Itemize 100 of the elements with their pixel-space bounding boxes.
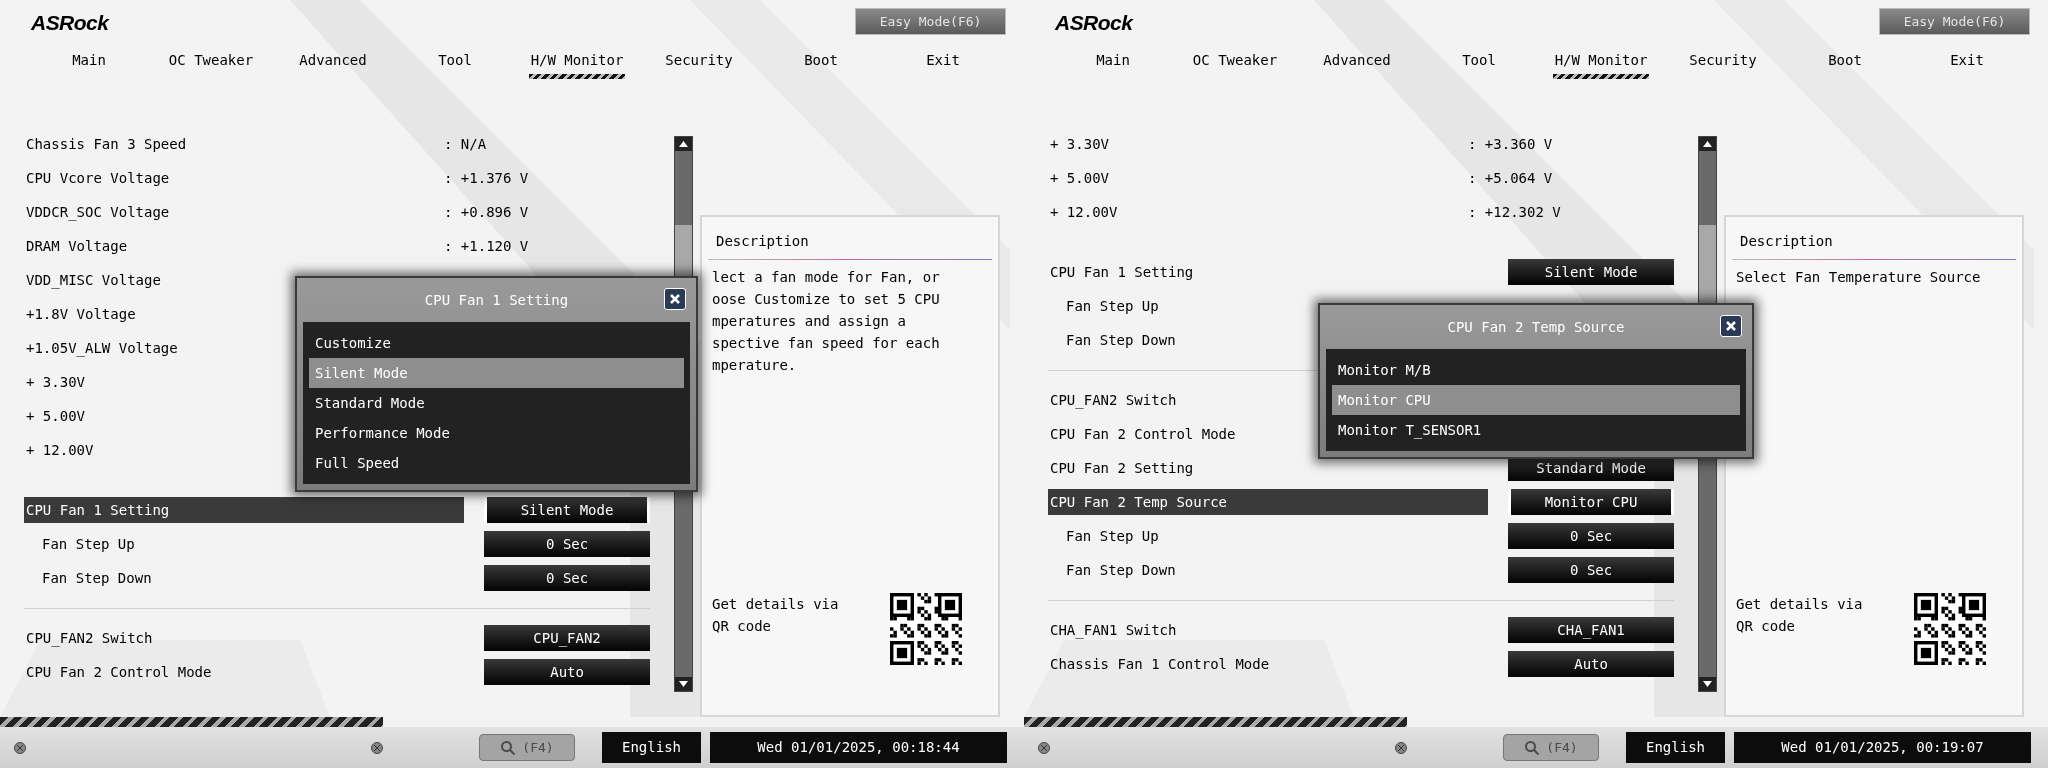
value-button[interactable]: CPU_FAN2 <box>484 625 650 651</box>
description-text: mperature. <box>712 356 798 375</box>
popup-title: CPU Fan 1 Setting <box>424 290 569 310</box>
description-text: spective fan speed for each <box>712 334 941 353</box>
value-button[interactable]: Silent Mode <box>484 497 650 523</box>
search-icon <box>1524 739 1541 756</box>
popup-option[interactable]: Monitor T_SENSOR1 <box>1332 415 1740 445</box>
menu-tab[interactable]: Security <box>1662 44 1784 80</box>
popup-option[interactable]: Full Speed <box>309 448 684 478</box>
menu-tab[interactable]: Tool <box>1418 44 1540 80</box>
description-text: lect a fan mode for Fan, or <box>712 268 941 287</box>
close-button[interactable] <box>664 288 686 310</box>
close-icon <box>1725 320 1737 332</box>
value-button[interactable]: CHA_FAN1 <box>1508 617 1674 643</box>
setting-label[interactable]: Fan Step Down <box>24 565 465 591</box>
date-time: Wed 01/01/2025, 00:19:07 <box>1734 732 2031 763</box>
easy-mode-button[interactable]: Easy Mode(F6) <box>855 8 1006 35</box>
setting-label[interactable]: CPU Fan 2 Control Mode <box>24 659 465 685</box>
value-button[interactable]: Monitor CPU <box>1508 489 1674 515</box>
menu-tab[interactable]: OC Tweaker <box>150 44 272 80</box>
popup-option[interactable]: Performance Mode <box>309 418 684 448</box>
popup-title: CPU Fan 2 Temp Source <box>1447 317 1625 337</box>
description-text: mperatures and assign a <box>712 312 907 331</box>
date-time: Wed 01/01/2025, 00:18:44 <box>710 732 1007 763</box>
popup-option[interactable]: Standard Mode <box>309 388 684 418</box>
reading-label: DRAM Voltage <box>25 236 128 256</box>
popup-option[interactable]: Customize <box>309 328 684 358</box>
screw-icon <box>1395 741 1407 754</box>
close-button[interactable] <box>1720 315 1742 337</box>
description-text: oose Customize to set 5 CPU <box>712 290 941 309</box>
description-title: Description <box>1740 232 1834 251</box>
setting-label[interactable]: Fan Step Up <box>24 531 465 557</box>
brand-logo: ASRock <box>1055 12 1133 33</box>
language-button[interactable]: English <box>602 732 701 763</box>
language-button[interactable]: English <box>1626 732 1725 763</box>
menu-tab[interactable]: Main <box>1052 44 1174 80</box>
reading-label: + 12.00V <box>25 440 94 460</box>
menu-tab[interactable]: Exit <box>882 44 1004 80</box>
setting-label[interactable]: CPU Fan 1 Setting <box>24 497 464 523</box>
value-button[interactable]: Auto <box>1508 651 1674 677</box>
value-button[interactable]: 0 Sec <box>1508 523 1674 549</box>
scroll-up-icon[interactable] <box>675 137 692 151</box>
description-text: Select Fan Temperature Source <box>1736 268 1982 287</box>
reading-value: : +3.360 V <box>1468 134 1553 154</box>
setting-label[interactable]: CPU Fan 2 Setting <box>1048 455 1489 481</box>
brand-logo: ASRock <box>31 12 109 33</box>
menu-tab[interactable]: OC Tweaker <box>1174 44 1296 80</box>
reading-label: CPU Vcore Voltage <box>25 168 170 188</box>
screw-icon <box>371 741 383 754</box>
setting-label[interactable]: CPU Fan 1 Setting <box>1048 259 1489 285</box>
popup-option[interactable]: Monitor M/B <box>1332 355 1740 385</box>
menu-tab[interactable]: Boot <box>760 44 882 80</box>
menu-tab[interactable]: Security <box>638 44 760 80</box>
reading-label: + 3.30V <box>25 372 85 392</box>
value-button[interactable]: 0 Sec <box>484 531 650 557</box>
setting-label[interactable]: CPU_FAN2 Switch <box>24 625 465 651</box>
reading-value: : +0.896 V <box>444 202 529 222</box>
menu-tab[interactable]: H/W Monitor <box>1540 44 1662 80</box>
scroll-up-icon[interactable] <box>1699 137 1716 151</box>
value-button[interactable]: Auto <box>484 659 650 685</box>
easy-mode-button[interactable]: Easy Mode(F6) <box>1879 8 2030 35</box>
menu-tab[interactable]: Tool <box>394 44 516 80</box>
reading-label: VDDCR_SOC Voltage <box>25 202 170 223</box>
scroll-thumb[interactable] <box>1699 225 1716 305</box>
value-button[interactable]: Silent Mode <box>1508 259 1674 285</box>
value-button[interactable]: 0 Sec <box>1508 557 1674 583</box>
close-icon <box>669 293 681 305</box>
search-icon <box>500 739 517 756</box>
setting-label[interactable]: Fan Step Up <box>1048 523 1489 549</box>
setting-label[interactable]: CHA_FAN1 Switch <box>1048 617 1489 643</box>
qr-hint-text: Get details via QR code <box>712 595 840 636</box>
reading-value: : +12.302 V <box>1468 202 1561 222</box>
qr-code-drawing <box>1914 593 1986 665</box>
menu-tab[interactable]: Advanced <box>1296 44 1418 80</box>
reading-label: + 3.30V <box>1049 134 1109 154</box>
setting-label[interactable]: Chassis Fan 1 Control Mode <box>1048 651 1489 677</box>
reading-label: +1.8V Voltage <box>25 304 136 324</box>
menu-tab[interactable]: Exit <box>1906 44 2028 80</box>
screw-icon <box>1038 741 1050 754</box>
scroll-down-icon[interactable] <box>675 677 692 691</box>
reading-value: : +1.376 V <box>444 168 529 188</box>
reading-label: + 12.00V <box>1049 202 1118 222</box>
menu-tab[interactable]: Boot <box>1784 44 1906 80</box>
menu-tab[interactable]: Advanced <box>272 44 394 80</box>
setting-label[interactable]: Fan Step Down <box>1048 557 1489 583</box>
qr-code-drawing <box>890 593 962 665</box>
reading-value: : N/A <box>444 134 487 154</box>
reading-label: +1.05V_ALW Voltage <box>25 338 178 359</box>
reading-label: VDD_MISC Voltage <box>25 270 161 291</box>
menu-tab[interactable]: Main <box>28 44 150 80</box>
reading-label: + 5.00V <box>25 406 85 426</box>
reading-label: + 5.00V <box>1049 168 1109 188</box>
qr-hint-text: Get details via QR code <box>1736 595 1864 636</box>
value-button[interactable]: 0 Sec <box>484 565 650 591</box>
setting-label[interactable]: CPU Fan 2 Temp Source <box>1048 489 1488 515</box>
description-title: Description <box>716 232 810 251</box>
menu-tab[interactable]: H/W Monitor <box>516 44 638 80</box>
reading-label: Chassis Fan 3 Speed <box>25 134 187 154</box>
scroll-down-icon[interactable] <box>1699 677 1716 691</box>
reading-value: : +5.064 V <box>1468 168 1553 188</box>
